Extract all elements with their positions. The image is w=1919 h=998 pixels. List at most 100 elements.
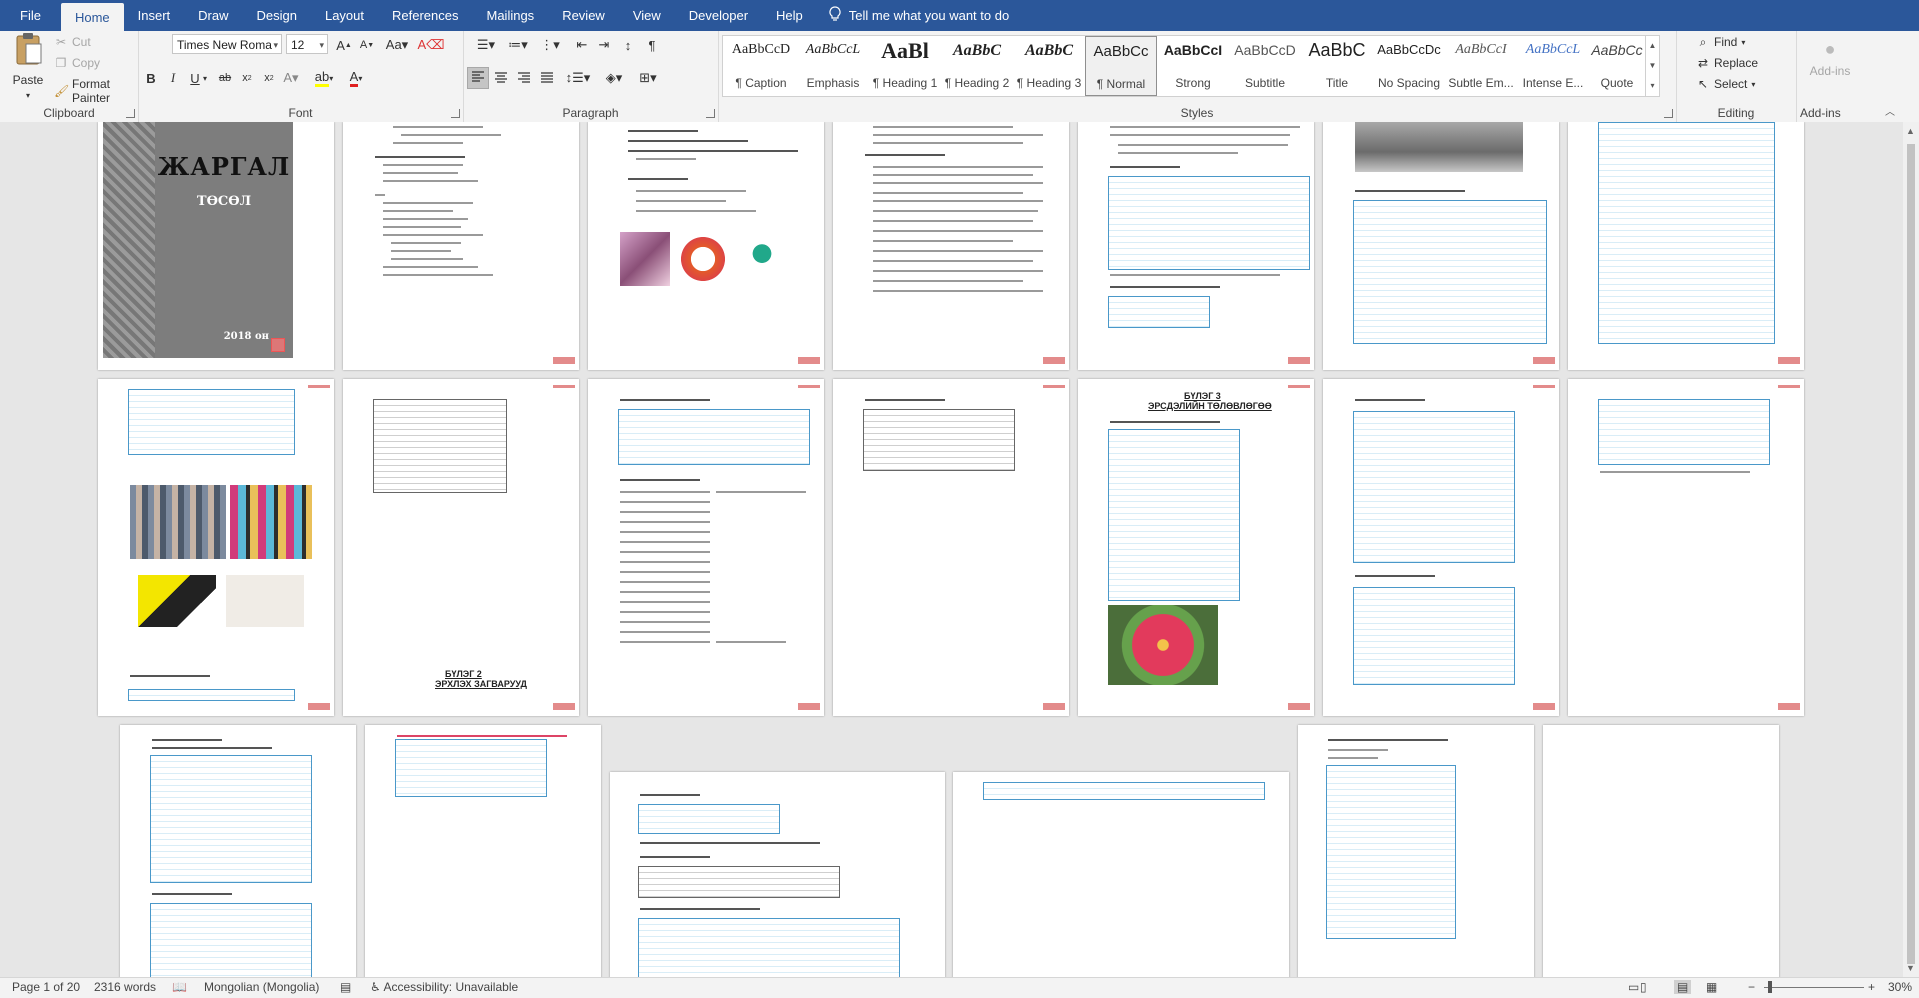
tab-mailings[interactable]: Mailings: [473, 0, 549, 31]
style-subtitle[interactable]: AaBbCcD Subtitle: [1229, 36, 1301, 96]
superscript-button[interactable]: x2: [258, 67, 280, 89]
tab-draw[interactable]: Draw: [184, 0, 242, 31]
font-color-button[interactable]: A ▾: [342, 67, 370, 89]
page-2-toc[interactable]: [343, 122, 579, 370]
page-10[interactable]: [588, 379, 824, 716]
page-7[interactable]: [1568, 122, 1804, 370]
tab-references[interactable]: References: [378, 0, 472, 31]
zoom-out-icon[interactable]: −: [1748, 980, 1755, 994]
style-caption[interactable]: AaBbCcD ¶ Caption: [725, 36, 797, 96]
page-9[interactable]: БҮЛЭГ 2 ЭРХЛЭХ ЗАГВАРУУД: [343, 379, 579, 716]
increase-indent-button[interactable]: ⇥: [593, 34, 615, 56]
vertical-scrollbar[interactable]: ▲ ▼: [1903, 122, 1919, 977]
document-area[interactable]: ЖАРГАЛ ТӨСӨЛ 2018 он БҮЛЭГ 2 ЭРХЛЭХ ЗАГВ…: [0, 122, 1903, 977]
page-17[interactable]: [610, 772, 945, 977]
style-title[interactable]: AaBbC Title: [1301, 36, 1373, 96]
zoom-in-icon[interactable]: +: [1868, 980, 1875, 994]
page-18[interactable]: [953, 772, 1289, 977]
style-heading-1[interactable]: AaBl ¶ Heading 1: [869, 36, 941, 96]
page-1-cover[interactable]: ЖАРГАЛ ТӨСӨЛ 2018 он: [98, 122, 334, 370]
show-marks-button[interactable]: ¶: [641, 34, 663, 56]
align-left-button[interactable]: [467, 67, 489, 89]
line-spacing-button[interactable]: ↕☰▾: [563, 67, 593, 89]
focus-mode-icon[interactable]: ▭: [1628, 980, 1639, 994]
shrink-font-button[interactable]: A ▼: [356, 34, 378, 56]
page-15[interactable]: [120, 725, 356, 977]
style-heading-3[interactable]: AaBbC ¶ Heading 3: [1013, 36, 1085, 96]
tab-layout[interactable]: Layout: [311, 0, 378, 31]
tab-file[interactable]: File: [0, 0, 61, 31]
zoom-slider[interactable]: [1764, 987, 1864, 988]
grow-font-button[interactable]: A ▲: [333, 34, 355, 56]
language-indicator[interactable]: Mongolian (Mongolia): [204, 980, 319, 994]
tab-home[interactable]: Home: [60, 3, 124, 31]
align-right-button[interactable]: [513, 67, 535, 89]
scroll-up-icon[interactable]: ▲: [1906, 126, 1915, 136]
style-intense-emphasis[interactable]: AaBbCcL Intense E...: [1517, 36, 1589, 96]
tab-design[interactable]: Design: [243, 0, 311, 31]
macro-icon[interactable]: ▤: [340, 980, 351, 994]
multilevel-list-button[interactable]: ⋮▾: [535, 34, 565, 56]
style-quote[interactable]: AaBbCc Quote: [1581, 36, 1653, 96]
select-button[interactable]: ↖ Select ▾: [1696, 77, 1755, 91]
dialog-launcher-icon[interactable]: [451, 109, 460, 118]
page-3[interactable]: [588, 122, 824, 370]
underline-dropdown[interactable]: ▾: [200, 67, 210, 89]
cut-button[interactable]: ✂ Cut: [54, 35, 91, 49]
tab-developer[interactable]: Developer: [675, 0, 762, 31]
numbering-button[interactable]: ≔▾: [503, 34, 533, 56]
borders-button[interactable]: ⊞▾: [633, 67, 663, 89]
zoom-level[interactable]: 30%: [1888, 980, 1912, 994]
accessibility-status[interactable]: ♿ Accessibility: Unavailable: [370, 980, 518, 994]
text-effects-button[interactable]: A▾: [280, 67, 302, 89]
page-14[interactable]: [1568, 379, 1804, 716]
change-case-button[interactable]: Aa▾: [382, 34, 412, 56]
style-subtle-emphasis[interactable]: AaBbCcI Subtle Em...: [1445, 36, 1517, 96]
proofing-icon[interactable]: 📖: [172, 980, 187, 994]
replace-button[interactable]: ⇄ Replace: [1696, 56, 1758, 70]
format-painter-button[interactable]: 🖌 Format Painter: [54, 77, 138, 105]
page-8[interactable]: [98, 379, 334, 716]
copy-button[interactable]: ❐ Copy: [54, 56, 100, 70]
scrollbar-thumb[interactable]: [1907, 144, 1915, 964]
style-heading-2[interactable]: AaBbC ¶ Heading 2: [941, 36, 1013, 96]
paste-button[interactable]: Paste ▾: [6, 33, 50, 100]
shading-button[interactable]: ◈▾: [599, 67, 629, 89]
tab-help[interactable]: Help: [762, 0, 817, 31]
style-emphasis[interactable]: AaBbCcL Emphasis: [797, 36, 869, 96]
strikethrough-button[interactable]: ab: [214, 67, 236, 89]
style-strong[interactable]: AaBbCcI Strong: [1157, 36, 1229, 96]
page-count[interactable]: Page 1 of 20: [12, 980, 80, 994]
tab-review[interactable]: Review: [548, 0, 619, 31]
highlight-button[interactable]: ab ▾: [310, 67, 338, 89]
italic-button[interactable]: I: [162, 67, 184, 89]
tab-view[interactable]: View: [619, 0, 675, 31]
dialog-launcher-icon[interactable]: [126, 109, 135, 118]
tell-me-box[interactable]: Tell me what you want to do: [829, 0, 1009, 31]
word-count[interactable]: 2316 words: [94, 980, 156, 994]
align-center-button[interactable]: [490, 67, 512, 89]
print-layout-icon[interactable]: ▤: [1674, 980, 1692, 994]
web-layout-icon[interactable]: ▦: [1706, 980, 1717, 994]
dialog-launcher-icon[interactable]: [706, 109, 715, 118]
page-12[interactable]: БҮЛЭГ 3 ЭРСДЭЛИЙН ТӨЛӨВЛӨГӨӨ: [1078, 379, 1314, 716]
bullets-button[interactable]: ☰▾: [471, 34, 501, 56]
page-16[interactable]: [365, 725, 601, 977]
decrease-indent-button[interactable]: ⇤: [571, 34, 593, 56]
collapse-ribbon-icon[interactable]: ︿: [1885, 103, 1895, 118]
bold-button[interactable]: B: [140, 67, 162, 89]
justify-button[interactable]: [536, 67, 558, 89]
font-size-combo[interactable]: 12 ▾: [286, 34, 328, 54]
font-name-combo[interactable]: Times New Roma ▾: [172, 34, 282, 54]
tab-insert[interactable]: Insert: [124, 0, 185, 31]
page-4[interactable]: [833, 122, 1069, 370]
subscript-button[interactable]: x2: [236, 67, 258, 89]
styles-scroll[interactable]: ▲ ▼ ▾: [1645, 36, 1659, 96]
page-19[interactable]: [1298, 725, 1534, 977]
read-mode-icon[interactable]: ▯: [1640, 980, 1647, 994]
page-20[interactable]: [1543, 725, 1779, 977]
page-11[interactable]: [833, 379, 1069, 716]
page-6[interactable]: [1323, 122, 1559, 370]
clear-formatting-button[interactable]: A⌫: [417, 34, 444, 56]
sort-button[interactable]: ↕: [617, 34, 639, 56]
